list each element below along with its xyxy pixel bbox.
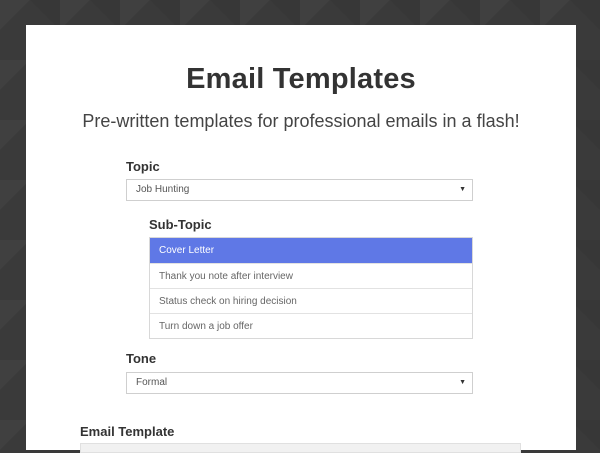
email-template-label: Email Template xyxy=(80,424,175,439)
tone-label: Tone xyxy=(126,351,157,366)
tone-select[interactable]: Formal ▼ xyxy=(126,372,473,394)
tone-selected-value: Formal xyxy=(136,377,168,388)
subtopic-list: Cover Letter Thank you note after interv… xyxy=(149,237,473,339)
topic-label: Topic xyxy=(126,159,160,174)
subtopic-option-turn-down-offer[interactable]: Turn down a job offer xyxy=(150,313,472,338)
caret-down-icon: ▼ xyxy=(459,379,466,386)
email-template-box[interactable] xyxy=(80,443,521,453)
subtopic-option-thank-you-note[interactable]: Thank you note after interview xyxy=(150,263,472,288)
caret-down-icon: ▼ xyxy=(459,186,466,193)
subtopic-label: Sub-Topic xyxy=(149,217,212,232)
subtopic-option-status-check[interactable]: Status check on hiring decision xyxy=(150,288,472,313)
page-title: Email Templates xyxy=(186,63,416,95)
page-subtitle: Pre-written templates for professional e… xyxy=(82,111,520,131)
content-card: Email Templates Pre-written templates fo… xyxy=(26,25,576,453)
topic-selected-value: Job Hunting xyxy=(136,184,190,195)
topic-select[interactable]: Job Hunting ▼ xyxy=(126,179,473,201)
subtopic-option-cover-letter[interactable]: Cover Letter xyxy=(150,238,472,263)
